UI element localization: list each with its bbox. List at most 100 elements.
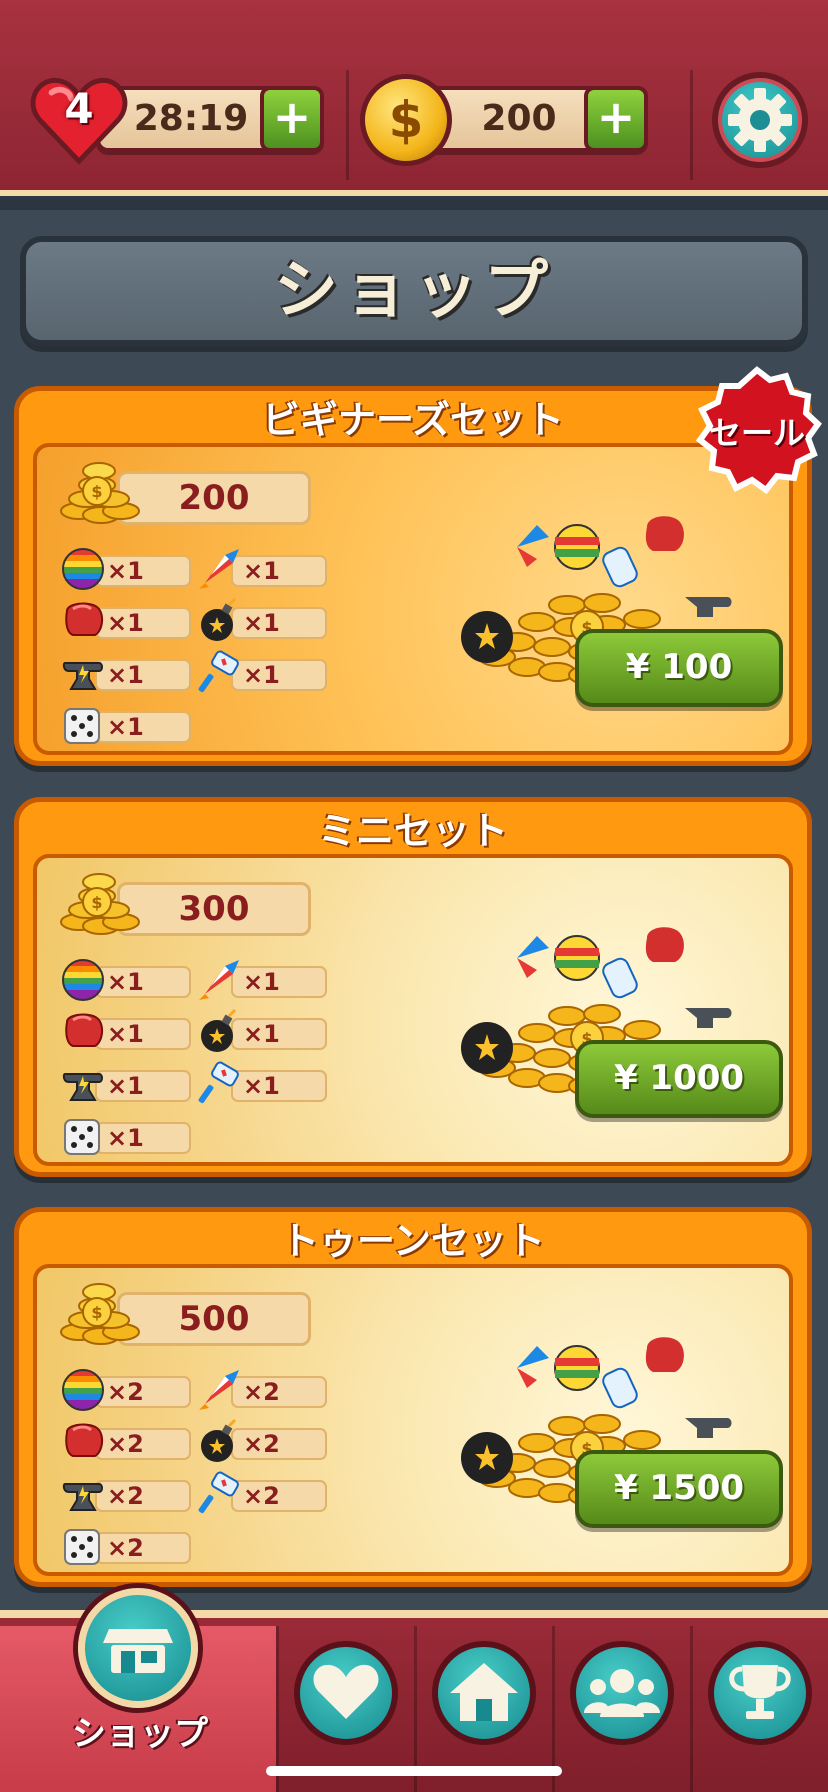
divider bbox=[690, 1626, 693, 1792]
boxing-glove-icon bbox=[59, 1008, 107, 1056]
offer-title: トゥーンセット bbox=[280, 1219, 546, 1263]
offer-item: ×2 bbox=[195, 1370, 327, 1410]
home-icon bbox=[450, 1663, 518, 1721]
coin-icon: $ bbox=[360, 74, 452, 166]
add-coins-button[interactable]: + bbox=[584, 86, 648, 152]
item-quantity: ×2 bbox=[107, 1378, 144, 1406]
sale-badge-label: セール bbox=[708, 414, 805, 452]
item-quantity: ×2 bbox=[243, 1430, 280, 1458]
divider bbox=[346, 70, 349, 180]
item-quantity: ×1 bbox=[243, 661, 280, 689]
anvil-icon bbox=[59, 1470, 107, 1518]
hammer-icon bbox=[195, 1470, 243, 1518]
item-quantity: ×2 bbox=[243, 1378, 280, 1406]
lives-timer: 28:19 bbox=[133, 98, 249, 139]
offer-item: ×1 bbox=[59, 707, 191, 744]
item-quantity: ×2 bbox=[107, 1430, 144, 1458]
offer-item: ×1 bbox=[195, 597, 327, 641]
buy-button[interactable]: ¥ 1000 bbox=[575, 1040, 783, 1118]
friends-icon bbox=[584, 1669, 660, 1717]
nav-shop-button[interactable] bbox=[78, 1588, 198, 1708]
offer-title: ミニセット bbox=[317, 809, 508, 853]
offer-item: ×1 bbox=[59, 1013, 191, 1050]
offer-coins-row: 300 $ bbox=[57, 873, 317, 936]
item-quantity: ×1 bbox=[107, 1072, 144, 1100]
coin-pile-icon: $ bbox=[57, 455, 157, 527]
nav-leaderboard-button[interactable] bbox=[708, 1641, 812, 1745]
coin-pile-icon: $ bbox=[57, 866, 157, 938]
offer-item: ×1 bbox=[59, 1066, 191, 1102]
rainbow-ball-icon bbox=[59, 545, 107, 593]
item-quantity: ×1 bbox=[243, 609, 280, 637]
offer-item: ×2 bbox=[59, 1423, 191, 1460]
nav-shop-label: ショップ bbox=[72, 1714, 208, 1754]
item-quantity: ×1 bbox=[107, 609, 144, 637]
offer-item: ×1 bbox=[59, 655, 191, 691]
item-quantity: ×1 bbox=[243, 968, 280, 996]
offer-item: ×2 bbox=[59, 1476, 191, 1512]
dice-icon bbox=[59, 701, 107, 749]
item-quantity: ×1 bbox=[107, 1020, 144, 1048]
svg-text:$: $ bbox=[91, 893, 102, 912]
buy-button[interactable]: ¥ 1500 bbox=[575, 1450, 783, 1528]
divider bbox=[690, 70, 693, 180]
item-quantity: ×1 bbox=[243, 1020, 280, 1048]
trophy-icon bbox=[729, 1665, 791, 1719]
coin-balance: 200 bbox=[481, 98, 557, 139]
settings-button[interactable] bbox=[712, 72, 808, 168]
home-indicator bbox=[266, 1766, 562, 1776]
item-quantity: ×1 bbox=[243, 557, 280, 585]
offer-item: ×1 bbox=[195, 650, 327, 693]
hammer-icon bbox=[195, 1060, 243, 1108]
bomb-icon bbox=[195, 1418, 243, 1466]
offer-title: ビギナーズセット bbox=[261, 398, 565, 442]
offer-contents: 500 $ ×2 ×2 ×2 ×2 ×2 ×2 ×2 $ bbox=[33, 1264, 793, 1576]
page-title: ショップ bbox=[20, 236, 808, 346]
buy-button[interactable]: ¥ 100 bbox=[575, 629, 783, 707]
coins-pill: 200 + bbox=[420, 86, 648, 152]
rainbow-ball-icon bbox=[59, 956, 107, 1004]
rainbow-ball-icon bbox=[59, 1366, 107, 1414]
offer-item: ×1 bbox=[195, 1061, 327, 1104]
offer-coins-row: 500 $ bbox=[57, 1283, 317, 1346]
offer-item: ×1 bbox=[59, 959, 191, 1001]
offer-item: ×2 bbox=[195, 1471, 327, 1514]
boxing-glove-icon bbox=[59, 1418, 107, 1466]
nav-home-button[interactable] bbox=[432, 1641, 536, 1745]
gear-icon bbox=[728, 88, 792, 152]
offer-contents: 300 $ ×1 ×1 ×1 ×1 ×1 ×1 ×1 $ bbox=[33, 854, 793, 1166]
heart-icon bbox=[313, 1664, 379, 1719]
offer-card: トゥーンセット 500 $ ×2 ×2 ×2 ×2 ×2 ×2 ×2 $ ¥ 1500 bbox=[14, 1207, 812, 1587]
dice-icon bbox=[59, 1112, 107, 1160]
item-quantity: ×2 bbox=[107, 1534, 144, 1562]
lives-count: 4 bbox=[64, 84, 94, 133]
offer-item: ×1 bbox=[59, 602, 191, 639]
bomb-icon bbox=[195, 597, 243, 645]
item-quantity: ×1 bbox=[243, 1072, 280, 1100]
rocket-icon bbox=[195, 545, 243, 593]
offer-card: ミニセット 300 $ ×1 ×1 ×1 ×1 ×1 ×1 ×1 $ ¥ 1000 bbox=[14, 797, 812, 1177]
offer-item: ×1 bbox=[59, 548, 191, 590]
item-quantity: ×1 bbox=[107, 557, 144, 585]
bomb-icon bbox=[195, 1008, 243, 1056]
item-quantity: ×1 bbox=[107, 1124, 144, 1152]
item-quantity: ×1 bbox=[107, 968, 144, 996]
lives-timer-pill: 28:19 + bbox=[96, 86, 324, 152]
rocket-icon bbox=[195, 956, 243, 1004]
coin-pile-icon: $ bbox=[57, 1276, 157, 1348]
offer-item: ×2 bbox=[59, 1528, 191, 1565]
offer-contents: 200 $ ×1 ×1 ×1 ×1 ×1 ×1 ×1 $ bbox=[33, 443, 793, 755]
rocket-icon bbox=[195, 1366, 243, 1414]
item-quantity: ×2 bbox=[107, 1482, 144, 1510]
item-quantity: ×1 bbox=[107, 661, 144, 689]
item-quantity: ×1 bbox=[107, 713, 144, 741]
svg-text:$: $ bbox=[91, 482, 102, 501]
item-quantity: ×2 bbox=[243, 1482, 280, 1510]
nav-friends-button[interactable] bbox=[570, 1641, 674, 1745]
add-lives-button[interactable]: + bbox=[260, 86, 324, 152]
nav-lives-button[interactable] bbox=[294, 1641, 398, 1745]
dice-icon bbox=[59, 1522, 107, 1570]
offer-coins-row: 200 $ bbox=[57, 462, 317, 525]
offer-item: ×1 bbox=[195, 1008, 327, 1052]
offer-item: ×1 bbox=[195, 960, 327, 1000]
